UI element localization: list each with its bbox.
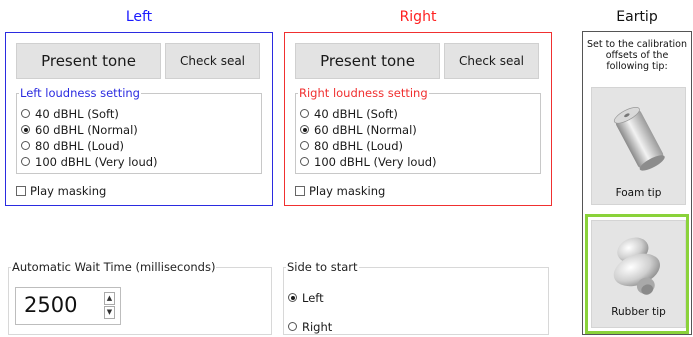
eartip-description: Set to the calibration offsets of the fo… <box>586 39 688 72</box>
left-check-seal-button[interactable]: Check seal <box>165 43 260 79</box>
right-loudness-option[interactable]: 100 dBHL (Very loud) <box>300 154 437 169</box>
option-label: 80 dBHL (Loud) <box>35 138 124 153</box>
right-present-tone-button[interactable]: Present tone <box>295 43 440 79</box>
option-label: Left <box>302 290 324 305</box>
checkbox-icon <box>295 186 305 196</box>
rubber-tip-label: Rubber tip <box>611 306 666 318</box>
side-to-start-option-right[interactable]: Right <box>288 319 332 334</box>
option-label: Right <box>302 319 333 334</box>
left-panel: Present tone Check seal Left loudness se… <box>5 32 273 206</box>
spinner-down-icon[interactable]: ▼ <box>104 306 115 319</box>
wait-time-input[interactable]: 2500 ▲ ▼ <box>15 287 121 325</box>
side-to-start-group: Side to start Left Right <box>283 261 549 335</box>
foam-tip-label: Foam tip <box>615 187 662 199</box>
spinner-up-icon[interactable]: ▲ <box>104 292 115 305</box>
radio-icon <box>288 322 297 331</box>
radio-icon <box>300 109 309 118</box>
radio-icon <box>300 141 309 150</box>
left-loudness-group: Left loudness setting 40 dBHL (Soft) 60 … <box>16 87 262 174</box>
left-loudness-option[interactable]: 100 dBHL (Very loud) <box>21 154 158 169</box>
side-to-start-option-left[interactable]: Left <box>288 290 324 305</box>
option-label: 100 dBHL (Very loud) <box>314 154 437 169</box>
foam-tip-icon <box>613 107 665 171</box>
radio-icon <box>300 157 309 166</box>
rubber-tip-icon <box>613 237 660 295</box>
radio-icon <box>288 293 297 302</box>
option-label: 100 dBHL (Very loud) <box>35 154 158 169</box>
right-loudness-group: Right loudness setting 40 dBHL (Soft) 60… <box>295 87 541 174</box>
left-loudness-option[interactable]: 80 dBHL (Loud) <box>21 138 124 153</box>
right-check-seal-button[interactable]: Check seal <box>444 43 539 79</box>
left-play-masking-checkbox[interactable]: Play masking <box>16 184 106 198</box>
left-present-tone-button[interactable]: Present tone <box>16 43 161 79</box>
foam-tip-button[interactable]: Foam tip <box>591 87 686 205</box>
right-panel: Present tone Check seal Right loudness s… <box>284 32 552 206</box>
eartip-title: Eartip <box>616 9 658 25</box>
side-to-start-legend: Side to start <box>287 260 358 274</box>
option-label: 40 dBHL (Soft) <box>314 106 398 121</box>
option-label: 40 dBHL (Soft) <box>35 106 119 121</box>
left-title: Left <box>125 9 153 25</box>
checkbox-label: Play masking <box>309 184 386 198</box>
wait-time-group: Automatic Wait Time (milliseconds) 2500 … <box>8 261 272 335</box>
radio-icon <box>21 125 30 134</box>
eartip-panel: Set to the calibration offsets of the fo… <box>582 31 692 335</box>
radio-icon <box>21 109 30 118</box>
checkbox-label: Play masking <box>30 184 107 198</box>
left-loudness-option[interactable]: 40 dBHL (Soft) <box>21 106 119 121</box>
left-loudness-option[interactable]: 60 dBHL (Normal) <box>21 122 138 137</box>
left-loudness-legend: Left loudness setting <box>20 86 140 100</box>
checkbox-icon <box>16 186 26 196</box>
right-title: Right <box>399 9 437 25</box>
wait-time-value: 2500 <box>24 293 78 317</box>
right-loudness-option[interactable]: 80 dBHL (Loud) <box>300 138 403 153</box>
radio-icon <box>21 141 30 150</box>
right-play-masking-checkbox[interactable]: Play masking <box>295 184 385 198</box>
wait-time-legend: Automatic Wait Time (milliseconds) <box>12 260 216 274</box>
radio-icon <box>21 157 30 166</box>
option-label: 60 dBHL (Normal) <box>35 122 138 137</box>
radio-icon <box>300 125 309 134</box>
right-loudness-legend: Right loudness setting <box>299 86 428 100</box>
rubber-tip-button[interactable]: Rubber tip <box>591 220 686 328</box>
option-label: 60 dBHL (Normal) <box>314 122 417 137</box>
right-loudness-option[interactable]: 40 dBHL (Soft) <box>300 106 398 121</box>
right-loudness-option[interactable]: 60 dBHL (Normal) <box>300 122 417 137</box>
option-label: 80 dBHL (Loud) <box>314 138 403 153</box>
